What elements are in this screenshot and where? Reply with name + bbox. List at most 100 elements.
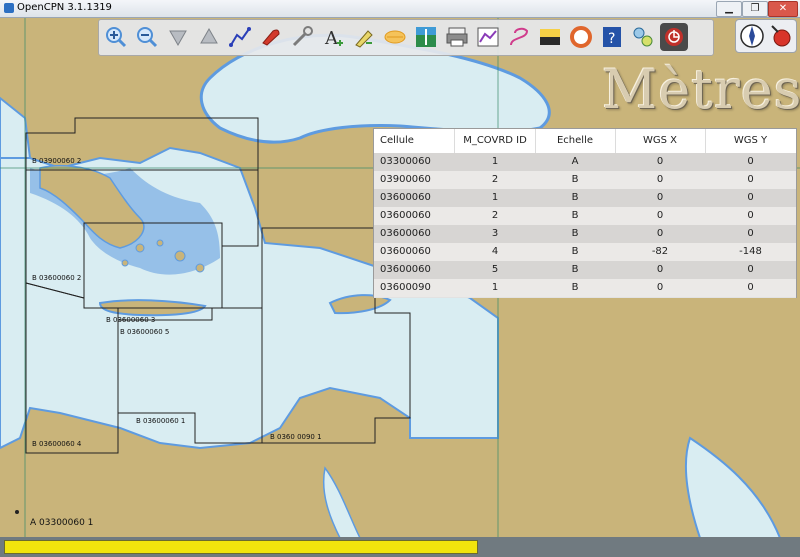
cell-label: B 03600060 4: [32, 440, 82, 448]
color-scheme-icon: [540, 29, 560, 45]
table-cell: 03300060: [380, 156, 431, 167]
table-cell: 0: [747, 264, 754, 275]
table-cell: 03900060: [380, 174, 431, 185]
table-cell: 0: [747, 282, 754, 293]
scale-out-icon: [200, 27, 218, 44]
tide-button[interactable]: [381, 23, 409, 51]
column-header[interactable]: Cellule: [374, 129, 455, 153]
table-row[interactable]: 03900060 2 B 0 0: [374, 171, 796, 190]
route-button[interactable]: [226, 23, 254, 51]
table-cell: 0: [656, 228, 664, 239]
column-header[interactable]: M_COVRD ID: [455, 129, 536, 153]
table-cell: 0: [656, 264, 664, 275]
table-cell: B: [571, 282, 579, 293]
restore-button[interactable]: ❐: [742, 1, 768, 17]
table-cell: 03600060: [380, 264, 431, 275]
route-icon: [229, 27, 251, 47]
compass-widget[interactable]: [735, 19, 797, 53]
column-header[interactable]: Echelle: [535, 129, 616, 153]
tide-icon: [384, 30, 406, 44]
column-header[interactable]: WGS Y: [705, 129, 796, 153]
scale-in-icon: [169, 30, 187, 47]
zoom-out-button[interactable]: [133, 23, 161, 51]
cell-label: B 03600060 3: [106, 316, 156, 324]
table-cell: 0: [656, 210, 664, 221]
color-scheme-button[interactable]: [536, 23, 564, 51]
table-row[interactable]: 03300060 1 A 0 0: [374, 153, 796, 172]
table-cell: 03600060: [380, 246, 431, 257]
table-cell: 1: [491, 282, 499, 293]
table-cell: 0: [747, 156, 754, 167]
table-cell: 3: [491, 228, 499, 239]
units-label: Mètres: [602, 58, 800, 121]
table-cell: 0: [656, 282, 664, 293]
dashboard-button[interactable]: [660, 23, 688, 51]
zoom-out-icon: [137, 27, 158, 48]
table-cell: 4: [491, 246, 499, 257]
column-header[interactable]: WGS X: [615, 129, 706, 153]
help-button[interactable]: ?: [598, 23, 626, 51]
svg-text:A: A: [324, 28, 339, 49]
table-cell: 03600060: [380, 192, 431, 203]
route-manager-button[interactable]: [474, 23, 502, 51]
print-button[interactable]: [443, 23, 471, 51]
scale-in-button[interactable]: [164, 23, 192, 51]
compass-icon: [740, 24, 791, 48]
cell-label: B 0360 0090 1: [270, 433, 322, 441]
table-row[interactable]: 03600060 3 B 0 0: [374, 225, 796, 244]
table-cell: 0: [747, 210, 754, 221]
cell-info-table: Cellule M_COVRD ID Echelle WGS X WGS Y 0…: [373, 128, 797, 298]
table-cell: 03600060: [380, 210, 431, 221]
table-row[interactable]: 03600060 5 B 0 0: [374, 261, 796, 280]
chart-quilt-button[interactable]: [412, 23, 440, 51]
table-row[interactable]: 03600060 4 B -82 -148: [374, 243, 796, 262]
table-cell: 1: [491, 192, 499, 203]
table-cell: B: [571, 246, 579, 257]
minimize-button[interactable]: ▁: [716, 1, 742, 17]
cell-label: B 03600060 1: [136, 417, 186, 425]
table-cell: 1: [491, 156, 499, 167]
table-cell: 0: [656, 156, 664, 167]
table-cell: A: [571, 156, 579, 167]
auto-follow-button[interactable]: [257, 23, 285, 51]
close-button[interactable]: ✕: [768, 1, 798, 17]
options-icon: [292, 26, 313, 47]
table-row[interactable]: 03600090 1 B 0 0: [374, 279, 796, 298]
table-row[interactable]: 03600060 1 B 0 0: [374, 189, 796, 208]
plugin-icon: [633, 27, 653, 47]
cell-label: B 03600060 2: [32, 274, 82, 282]
title-bar: OpenCPN 3.1.1319 ▁ ❐ ✕: [0, 0, 800, 18]
table-cell: B: [571, 210, 579, 221]
scale-out-button[interactable]: [195, 23, 223, 51]
table-cell: 5: [491, 264, 499, 275]
track-button[interactable]: [505, 23, 533, 51]
chart-footer-label: A 03300060 1: [30, 518, 94, 528]
print-icon: [446, 27, 468, 47]
current-button[interactable]: [350, 23, 378, 51]
window-title: OpenCPN 3.1.1319: [17, 2, 112, 13]
table-header: Cellule M_COVRD ID Echelle WGS X WGS Y: [374, 129, 796, 154]
table-cell: 03600090: [380, 282, 431, 293]
cell-label: B 03900060 2: [32, 157, 82, 165]
mob-button[interactable]: [567, 23, 595, 51]
track-icon: [510, 27, 529, 46]
plugin-button[interactable]: [629, 23, 657, 51]
table-cell: 2: [491, 174, 499, 185]
table-cell: -148: [739, 246, 762, 257]
auto-follow-icon: [262, 29, 280, 46]
text-icon: A: [324, 28, 343, 49]
cell-label: B 03600060 5: [120, 328, 170, 336]
table-cell: B: [571, 264, 579, 275]
table-row[interactable]: 03600060 2 B 0 0: [374, 207, 796, 226]
options-button[interactable]: [288, 23, 316, 51]
text-button[interactable]: A: [319, 23, 347, 51]
zoom-in-icon: [106, 27, 127, 48]
table-cell: 0: [747, 228, 754, 239]
table-cell: 2: [491, 210, 499, 221]
current-icon: [355, 30, 373, 48]
table-cell: 0: [656, 174, 664, 185]
chart-bar[interactable]: [4, 540, 478, 554]
table-cell: 0: [747, 192, 754, 203]
zoom-in-button[interactable]: [102, 23, 130, 51]
chart-quilt-icon: [416, 27, 436, 47]
